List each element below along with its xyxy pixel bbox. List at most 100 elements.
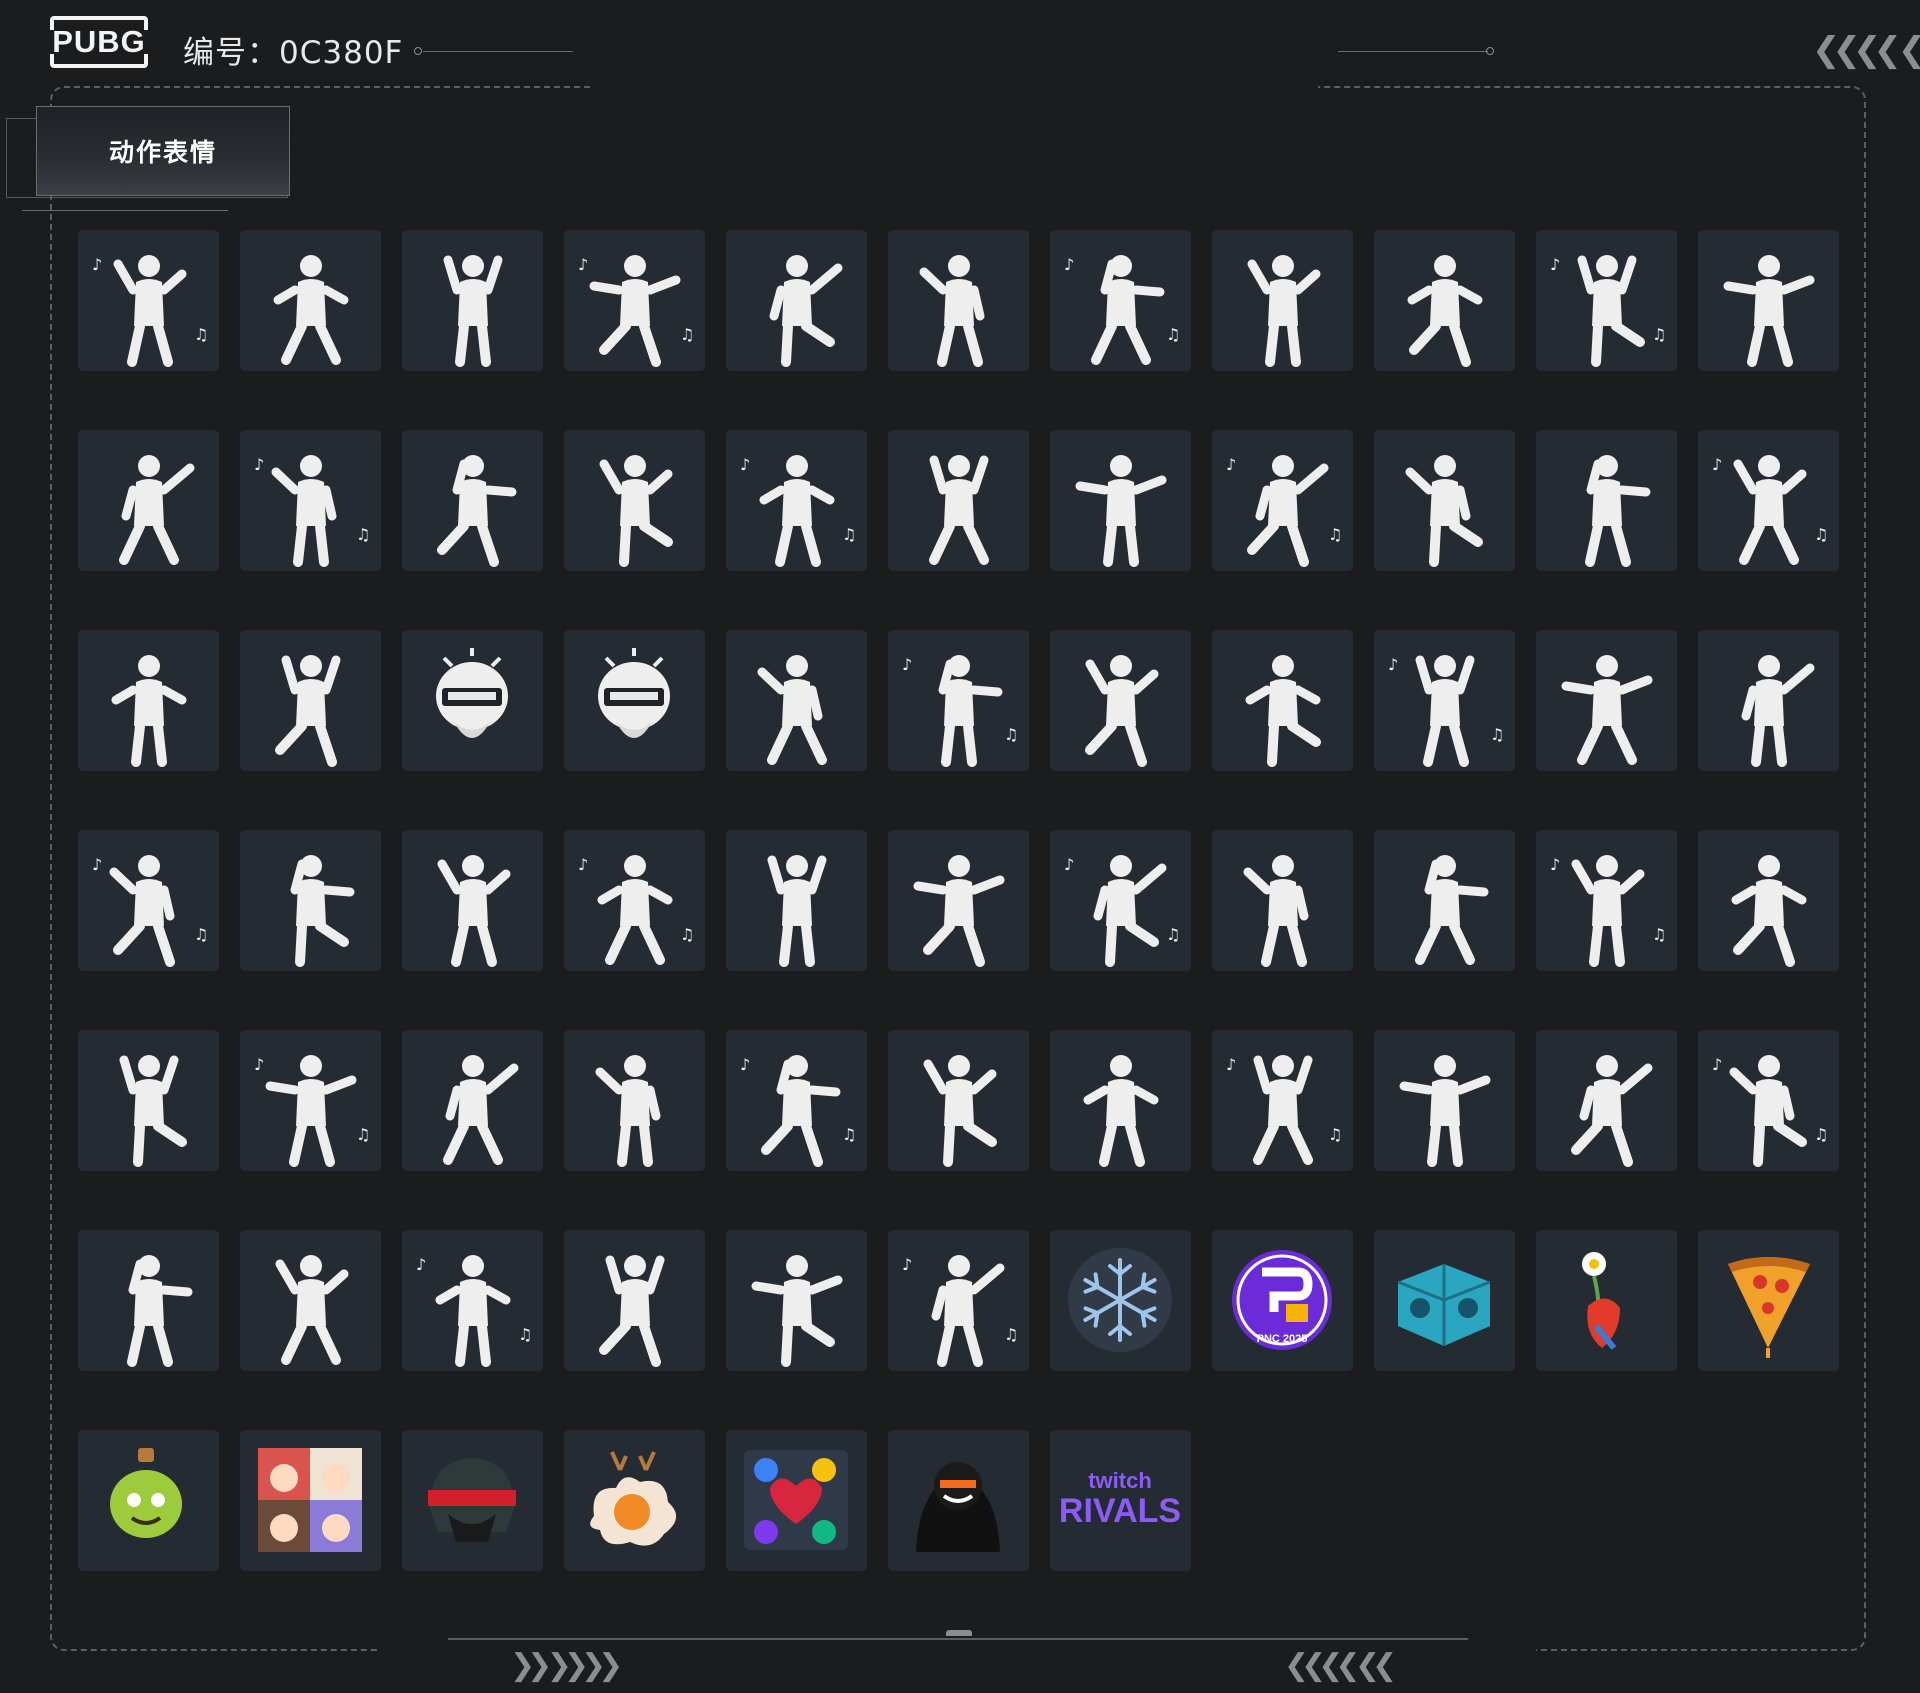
emote-tile[interactable] — [240, 830, 381, 971]
emote-tile[interactable] — [1374, 430, 1515, 571]
dab-icon: ♪♫ — [1064, 255, 1180, 365]
emote-tile[interactable] — [1212, 830, 1353, 971]
svg-text:♫: ♫ — [194, 925, 208, 944]
emote-tile[interactable] — [1536, 1230, 1677, 1371]
emote-tile[interactable] — [726, 1430, 867, 1571]
emote-tile[interactable] — [240, 630, 381, 771]
emote-tile[interactable]: ♪ ♫ — [1050, 230, 1191, 371]
emote-tile[interactable] — [1212, 230, 1353, 371]
emote-tile[interactable] — [726, 630, 867, 771]
emote-tile[interactable]: ♪ ♫ — [1212, 1030, 1353, 1171]
emote-tile[interactable]: ♪ ♫ — [726, 430, 867, 571]
svg-text:♪: ♪ — [1226, 1055, 1236, 1074]
emote-tile[interactable] — [1698, 1230, 1839, 1371]
emote-tile[interactable]: ♪ ♫ — [888, 630, 1029, 771]
emote-tile[interactable] — [78, 630, 219, 771]
emote-tile[interactable]: twitch RIVALS — [1050, 1430, 1191, 1571]
emote-tile[interactable] — [402, 830, 543, 971]
emote-tile[interactable] — [402, 1430, 543, 1571]
emote-tile[interactable]: ♪ ♫ — [1698, 430, 1839, 571]
duo-clap-up-icon — [751, 1255, 843, 1367]
emote-tile[interactable]: ♪ ♫ — [78, 230, 219, 371]
emote-tile[interactable] — [888, 1430, 1029, 1571]
heart-hand-icon — [1405, 455, 1483, 567]
emote-tile[interactable] — [564, 1430, 705, 1571]
emote-tile[interactable] — [1374, 830, 1515, 971]
emote-tile[interactable] — [1698, 830, 1839, 971]
tab-emotes[interactable]: 动作表情 — [36, 106, 290, 196]
emote-tile[interactable] — [1374, 1230, 1515, 1371]
emote-tile[interactable] — [1050, 430, 1191, 571]
facepalm-think-icon: ♪♫ — [902, 655, 1018, 767]
emote-tile[interactable] — [78, 1230, 219, 1371]
emote-tile[interactable] — [402, 430, 543, 571]
emote-tile[interactable] — [402, 630, 543, 771]
emote-tile[interactable] — [1536, 430, 1677, 571]
wave-hand-icon: ♪♫ — [1712, 455, 1828, 565]
emote-tile[interactable]: ♪ ♫ — [726, 1030, 867, 1171]
mirror-dance-icon: ♪♫ — [1226, 455, 1342, 567]
emote-tile[interactable]: ♪ ♫ — [1050, 830, 1191, 971]
emote-tile[interactable]: ♪ ♫ — [240, 1030, 381, 1171]
emote-tile[interactable] — [888, 430, 1029, 571]
emote-tile[interactable] — [564, 430, 705, 571]
emote-tile[interactable] — [726, 830, 867, 971]
emote-tile[interactable]: ♪ ♫ — [1374, 630, 1515, 771]
emote-tile[interactable]: ♪ ♫ — [888, 1230, 1029, 1371]
emote-tile[interactable] — [726, 230, 867, 371]
emote-tile[interactable] — [240, 1230, 381, 1371]
emote-tile[interactable] — [78, 430, 219, 571]
come-here-icon: ♪♫ — [1388, 655, 1504, 767]
emote-tile[interactable] — [888, 1030, 1029, 1171]
emote-tile[interactable]: ♪ ♫ — [1698, 1030, 1839, 1171]
emote-tile[interactable]: PNC 2025 — [1212, 1230, 1353, 1371]
emote-tile[interactable] — [564, 1030, 705, 1171]
emote-tile[interactable] — [1536, 1030, 1677, 1171]
svg-text:PNC 2025: PNC 2025 — [1257, 1333, 1308, 1345]
idol-group-1-icon — [1399, 1055, 1491, 1167]
emote-tile[interactable] — [1050, 1230, 1191, 1371]
nod-arms-crossed-icon — [1741, 655, 1815, 767]
svg-text:♫: ♫ — [1652, 925, 1666, 944]
emote-tile[interactable]: ♪ ♫ — [564, 230, 705, 371]
emote-tile[interactable] — [888, 230, 1029, 371]
emote-tile[interactable]: ♪ ♫ — [78, 830, 219, 971]
emote-tile[interactable] — [1698, 230, 1839, 371]
emote-tile[interactable]: ♪ ♫ — [240, 430, 381, 571]
emote-tile[interactable] — [1374, 230, 1515, 371]
emote-tile[interactable]: ♪ ♫ — [564, 830, 705, 971]
emote-tile[interactable] — [1374, 1030, 1515, 1171]
emote-tile[interactable] — [1536, 630, 1677, 771]
idol-group-3-icon: ♪♫ — [1712, 1055, 1828, 1167]
emote-tile[interactable] — [726, 1230, 867, 1371]
duo-slide-icon — [923, 1055, 997, 1167]
emote-tile[interactable] — [888, 830, 1029, 971]
hands-up-icon — [1585, 455, 1651, 567]
emote-tile[interactable] — [240, 230, 381, 371]
duo-dance-6-icon — [443, 1055, 519, 1165]
emote-tile[interactable] — [240, 1430, 381, 1571]
emote-tile[interactable]: ♪ ♫ — [1536, 230, 1677, 371]
emote-tile[interactable]: ♪ ♫ — [402, 1230, 543, 1371]
emote-tile[interactable] — [1698, 630, 1839, 771]
thumbs-up-icon — [913, 855, 1005, 967]
footer-line — [448, 1638, 1468, 1640]
emote-tile[interactable] — [1050, 1030, 1191, 1171]
angry-helmet-icon — [436, 648, 508, 738]
emote-tile[interactable] — [78, 1030, 219, 1171]
emote-tile[interactable] — [78, 1430, 219, 1571]
girl-wave-music-icon — [1407, 255, 1483, 367]
footer-scroll-handle[interactable] — [946, 1630, 972, 1636]
emote-tile[interactable]: ♪ ♫ — [1212, 430, 1353, 571]
emote-tile[interactable] — [1050, 630, 1191, 771]
serial-number: 编号：0C380F — [183, 35, 404, 71]
point-dance-icon — [1083, 1055, 1159, 1167]
emote-tile[interactable] — [402, 230, 543, 371]
emote-tile[interactable] — [564, 630, 705, 771]
duo-dance-2-icon — [1415, 855, 1489, 965]
emote-tile[interactable] — [1212, 630, 1353, 771]
emote-tile[interactable]: ♪ ♫ — [1536, 830, 1677, 971]
emote-tile[interactable] — [402, 1030, 543, 1171]
emote-tile[interactable] — [564, 1230, 705, 1371]
svg-text:♪: ♪ — [1064, 255, 1074, 274]
